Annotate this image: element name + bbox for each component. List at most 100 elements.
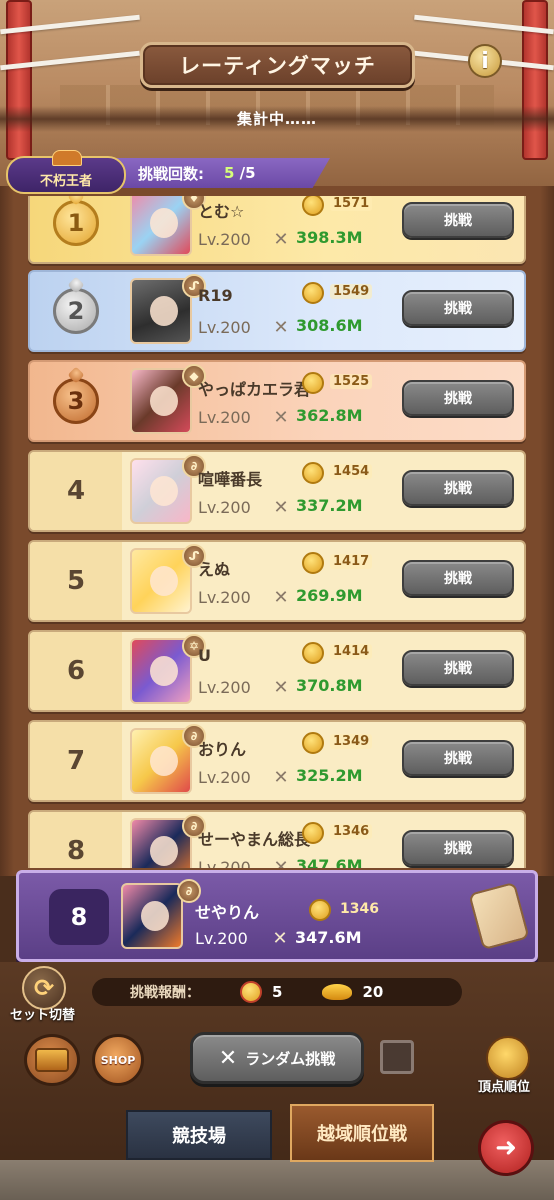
battle-power: 362.8M bbox=[296, 406, 363, 425]
battle-power: 325.2M bbox=[296, 766, 363, 785]
crossed-swords-icon: ✕ bbox=[273, 406, 289, 428]
my-player-name: せやりん bbox=[195, 903, 260, 922]
challenge-button[interactable]: 挑戦 bbox=[402, 740, 514, 776]
status-text: 集計中…… bbox=[0, 106, 554, 132]
my-rank-number: 8 bbox=[49, 889, 109, 945]
crossed-swords-icon: ✕ bbox=[273, 766, 289, 788]
crossed-swords-icon: ✕ bbox=[272, 927, 288, 949]
player-level: Lv.200 bbox=[198, 318, 251, 337]
set-switch-label: セット切替 bbox=[10, 1008, 76, 1023]
reward-medal-count: 5 bbox=[272, 983, 283, 1001]
crossed-swords-icon: ✕ bbox=[273, 316, 289, 338]
player-level: Lv.200 bbox=[198, 858, 251, 868]
challenge-button[interactable]: 挑戦 bbox=[402, 830, 514, 866]
rating-coin-icon bbox=[302, 732, 324, 754]
ring-post-left bbox=[6, 0, 32, 160]
tab-cross-domain-rank[interactable]: 越域順位戦 bbox=[290, 1104, 434, 1162]
rank-number: 8 bbox=[30, 812, 122, 868]
rating-value: 1454 bbox=[330, 464, 373, 479]
battle-power: 337.2M bbox=[296, 496, 363, 515]
bronze-medal-icon: 3 bbox=[53, 378, 99, 424]
my-ranking-row: 8 ∂ せやりん Lv.200 1346 ✕ 347.6M bbox=[16, 870, 538, 962]
player-level: Lv.200 bbox=[198, 230, 251, 249]
crossed-swords-icon: ✕ bbox=[273, 676, 289, 698]
challenge-count-label: 挑戦回数: bbox=[138, 164, 204, 183]
crown-icon bbox=[52, 150, 82, 166]
magic-lamp-icon bbox=[322, 984, 353, 1000]
crossed-swords-icon: ✕ bbox=[273, 586, 289, 608]
crossed-swords-icon: ✕ bbox=[273, 496, 289, 518]
rank-number: 6 bbox=[30, 632, 122, 710]
rating-value: 1417 bbox=[330, 554, 373, 569]
scroll-icon[interactable] bbox=[468, 881, 530, 951]
crossed-swords-icon: ✕ bbox=[273, 228, 289, 250]
rating-value: 1346 bbox=[330, 824, 373, 839]
rating-coin-icon bbox=[302, 552, 324, 574]
medal-icon bbox=[240, 981, 262, 1003]
challenge-button[interactable]: 挑戦 bbox=[402, 470, 514, 506]
shop-button[interactable]: SHOP bbox=[92, 1034, 144, 1086]
peak-rank-label: 頂点順位 bbox=[478, 1080, 531, 1095]
ranking-row: 6 ✡ U Lv.200 1414 ✕ 370.8M 挑戦 bbox=[28, 630, 526, 712]
rank-cell: 2 bbox=[30, 272, 122, 350]
rating-coin-icon bbox=[302, 822, 324, 844]
challenge-button[interactable]: 挑戦 bbox=[402, 202, 514, 238]
ranking-row: 7 ∂ おりん Lv.200 1349 ✕ 325.2M 挑戦 bbox=[28, 720, 526, 802]
floor-background bbox=[0, 1160, 554, 1200]
battle-power: 308.6M bbox=[296, 316, 363, 335]
battle-power: 398.3M bbox=[296, 228, 363, 247]
random-challenge-button[interactable]: ✕ ランダム挑戦 bbox=[190, 1032, 364, 1084]
my-rating-value: 1346 bbox=[340, 901, 379, 917]
player-name: とむ☆ bbox=[198, 202, 245, 221]
title-badge[interactable]: 不朽王者 bbox=[6, 150, 126, 194]
challenge-button[interactable]: 挑戦 bbox=[402, 290, 514, 326]
rating-value: 1571 bbox=[330, 196, 373, 211]
challenge-button[interactable]: 挑戦 bbox=[402, 380, 514, 416]
info-icon[interactable]: i bbox=[468, 44, 502, 78]
my-player-level: Lv.200 bbox=[195, 929, 248, 948]
rating-value: 1549 bbox=[330, 284, 373, 299]
rating-coin-icon bbox=[302, 642, 324, 664]
ranking-row: 4 ∂ 喧嘩番長 Lv.200 1454 ✕ 337.2M 挑戦 bbox=[28, 450, 526, 532]
rank-cell: 1 bbox=[30, 196, 122, 262]
battle-power: 269.9M bbox=[296, 586, 363, 605]
player-name: えぬ bbox=[198, 560, 231, 579]
challenge-reward-bar: 挑戦報酬： 5 20 bbox=[92, 978, 462, 1006]
player-name: せーやまん総長 bbox=[198, 830, 311, 849]
tab-arena[interactable]: 競技場 bbox=[126, 1110, 272, 1160]
rank-number: 4 bbox=[30, 452, 122, 530]
player-name: 喧嘩番長 bbox=[198, 470, 263, 489]
my-avatar[interactable] bbox=[121, 883, 183, 949]
rank-number: 5 bbox=[30, 542, 122, 620]
rating-coin-icon bbox=[302, 372, 324, 394]
ranking-row: 8 ∂ せーやまん総長 Lv.200 1346 ✕ 347.6M 挑戦 bbox=[28, 810, 526, 868]
ranking-row: 2 ᔑ R19 Lv.200 1549 ✕ 308.6M 挑戦 bbox=[28, 270, 526, 352]
gold-medal-icon: 1 bbox=[53, 200, 99, 246]
challenge-count-max: /5 bbox=[239, 164, 256, 182]
challenge-button[interactable]: 挑戦 bbox=[402, 560, 514, 596]
player-level: Lv.200 bbox=[198, 588, 251, 607]
rating-value: 1349 bbox=[330, 734, 373, 749]
crossed-swords-icon: ✕ bbox=[273, 856, 289, 869]
auto-checkbox[interactable] bbox=[380, 1040, 414, 1074]
ranking-row: 1 ♦ とむ☆ Lv.200 1571 ✕ 398.3M 挑戦 bbox=[28, 196, 526, 264]
avatar[interactable] bbox=[130, 196, 192, 256]
ranking-row: 3 ◆ やっぱカエラ君 Lv.200 1525 ✕ 362.8M 挑戦 bbox=[28, 360, 526, 442]
rating-coin-icon bbox=[302, 462, 324, 484]
random-challenge-label: ランダム挑戦 bbox=[245, 1049, 336, 1068]
treasure-chest-button[interactable] bbox=[24, 1034, 80, 1086]
my-battle-power: 347.6M bbox=[295, 928, 362, 947]
player-name: おりん bbox=[198, 740, 247, 759]
rating-coin-icon bbox=[302, 282, 324, 304]
player-name: U bbox=[198, 646, 211, 665]
rating-coin-icon bbox=[309, 899, 331, 921]
player-level: Lv.200 bbox=[198, 768, 251, 787]
trophy-icon[interactable] bbox=[486, 1036, 530, 1080]
challenge-count-banner: 挑戦回数: 5 /5 bbox=[112, 158, 330, 188]
ranking-list[interactable]: 1 ♦ とむ☆ Lv.200 1571 ✕ 398.3M 挑戦 2 ᔑ R19 … bbox=[28, 196, 528, 868]
challenge-button[interactable]: 挑戦 bbox=[402, 650, 514, 686]
reward-lamp-count: 20 bbox=[362, 983, 384, 1001]
exit-icon[interactable]: ➜ bbox=[478, 1120, 534, 1176]
challenge-count-current: 5 bbox=[224, 164, 235, 182]
player-name: やっぱカエラ君 bbox=[198, 380, 311, 399]
